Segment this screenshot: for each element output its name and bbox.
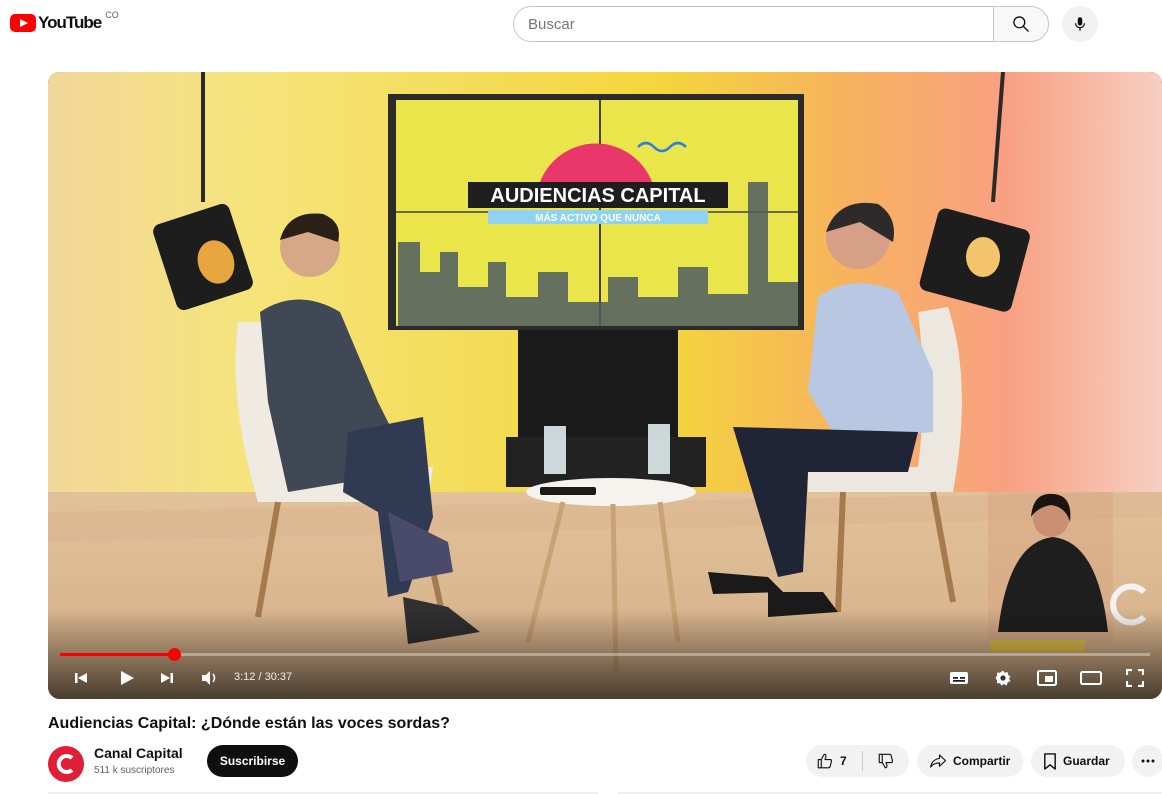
subscribe-button[interactable]: Suscribirse (207, 745, 298, 777)
dislike-button[interactable] (863, 745, 909, 777)
video-title: Audiencias Capital: ¿Dónde están las voc… (48, 715, 450, 732)
skip-next-icon (161, 673, 173, 683)
volume-button[interactable] (198, 665, 222, 691)
like-button[interactable]: 7 (806, 745, 862, 777)
share-arrow-icon (929, 754, 947, 768)
subscriber-count: 511 k suscriptores (94, 765, 175, 776)
progress-played (60, 653, 175, 656)
search-button[interactable] (993, 6, 1049, 42)
thumbs-down-icon (878, 753, 894, 769)
fullscreen-button[interactable] (1122, 665, 1148, 691)
bookmark-icon (1044, 752, 1056, 770)
play-button[interactable] (114, 665, 140, 691)
miniplayer-button[interactable] (1034, 665, 1060, 691)
settings-button[interactable] (990, 665, 1016, 691)
top-bar: YouTube CO (0, 0, 1162, 50)
volume-icon (202, 671, 216, 685)
subtitles-button[interactable] (946, 665, 972, 691)
save-button[interactable]: Guardar (1031, 745, 1125, 777)
canal-capital-logo-icon (56, 754, 74, 774)
progress-bar[interactable] (60, 648, 1150, 661)
voice-search-button[interactable] (1062, 6, 1098, 42)
country-code: CO (105, 10, 119, 20)
video-player[interactable]: AUDIENCIAS CAPITAL MÁS ACTIVO QUE NUNCA (48, 72, 1162, 699)
search-icon (1013, 16, 1029, 32)
share-button[interactable]: Compartir (917, 745, 1023, 777)
channel-name[interactable]: Canal Capital (94, 745, 183, 761)
gear-icon (995, 670, 1011, 686)
search-input[interactable] (513, 6, 993, 42)
channel-avatar[interactable] (48, 746, 84, 782)
video-frame: AUDIENCIAS CAPITAL MÁS ACTIVO QUE NUNCA (48, 72, 1162, 699)
search-box (513, 6, 1049, 42)
time-display: 3:12 / 30:37 (234, 671, 293, 683)
more-horizontal-icon (1141, 759, 1155, 763)
previous-button[interactable] (70, 665, 92, 691)
closed-captions-icon (950, 672, 968, 684)
next-button[interactable] (156, 665, 178, 691)
more-actions-button[interactable] (1132, 745, 1162, 777)
like-dislike-group: 7 (806, 745, 909, 777)
play-icon (121, 671, 134, 685)
thumbs-up-icon (817, 753, 833, 769)
set-screen-subtitle: MÁS ACTIVO QUE NUNCA (535, 211, 661, 224)
theater-mode-button[interactable] (1078, 665, 1104, 691)
microphone-icon (1074, 17, 1086, 31)
fullscreen-icon (1126, 669, 1144, 687)
skip-previous-icon (75, 673, 87, 683)
theater-mode-icon (1080, 671, 1102, 685)
like-count: 7 (840, 754, 847, 768)
youtube-play-logo-icon (10, 14, 36, 32)
set-screen-title: AUDIENCIAS CAPITAL (490, 185, 705, 207)
share-label: Compartir (953, 754, 1011, 768)
logo-text: YouTube (38, 13, 102, 32)
save-label: Guardar (1063, 754, 1110, 768)
youtube-logo[interactable]: YouTube CO (10, 10, 119, 34)
miniplayer-icon (1037, 670, 1057, 686)
